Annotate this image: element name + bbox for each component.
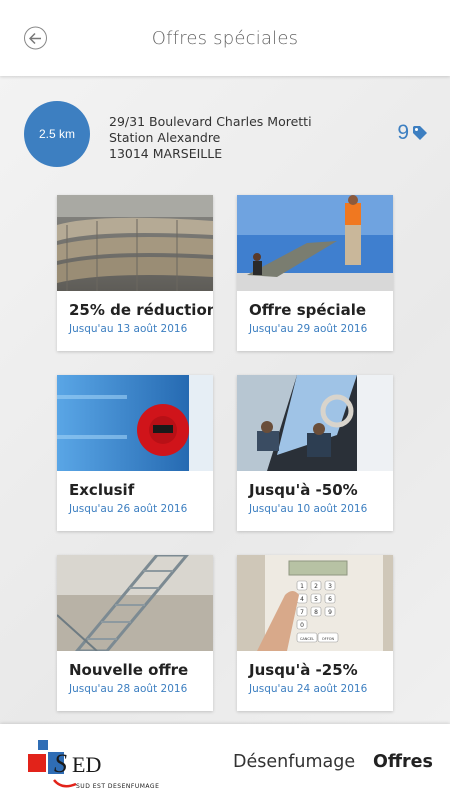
keypad-key-label: 5 bbox=[314, 596, 318, 603]
keypad-key-label: 6 bbox=[328, 596, 332, 603]
back-button[interactable] bbox=[24, 26, 47, 50]
offer-date: Jusqu'au 13 août 2016 bbox=[69, 323, 188, 335]
offer-image-smoke-vents bbox=[57, 195, 213, 291]
store-address: 29/31 Boulevard Charles Moretti Station … bbox=[109, 114, 312, 162]
logo-tagline: SUD EST DESENFUMAGE bbox=[76, 783, 159, 790]
offer-card[interactable]: 25% de réduction Jusqu'au 13 août 2016 bbox=[57, 195, 213, 351]
nav-offres[interactable]: Offres bbox=[373, 752, 433, 772]
offer-title: Jusqu'à -50% bbox=[249, 481, 358, 499]
page-title: Offres spéciales bbox=[151, 27, 299, 49]
offer-date: Jusqu'au 24 août 2016 bbox=[249, 683, 368, 695]
offer-card[interactable]: Exclusif Jusqu'au 26 août 2016 bbox=[57, 375, 213, 531]
logo-ed-letters: ED bbox=[72, 752, 101, 777]
offer-image-cable-ladder bbox=[57, 555, 213, 651]
header-bar: Offres spéciales bbox=[0, 0, 450, 76]
keypad-key-label: 9 bbox=[328, 609, 332, 616]
address-line-1: 29/31 Boulevard Charles Moretti bbox=[109, 114, 312, 129]
offer-card[interactable]: Jusqu'à -50% Jusqu'au 10 août 2016 bbox=[237, 375, 393, 531]
store-info: 2.5 km 29/31 Boulevard Charles Moretti S… bbox=[0, 95, 450, 173]
logo-s-letter: S bbox=[54, 749, 67, 778]
offer-card[interactable]: Offre spéciale Jusqu'au 29 août 2016 bbox=[237, 195, 393, 351]
tag-icon bbox=[413, 126, 427, 140]
keypad-key-label: 2 bbox=[314, 583, 318, 590]
keypad-key-label: CANCEL bbox=[300, 637, 314, 641]
offer-date: Jusqu'au 28 août 2016 bbox=[69, 683, 188, 695]
keypad-key-label: 1 bbox=[300, 583, 304, 590]
keypad-key-label: 7 bbox=[300, 609, 304, 616]
arrow-left-icon bbox=[29, 32, 41, 44]
offer-date: Jusqu'au 29 août 2016 bbox=[249, 323, 368, 335]
offer-title: Nouvelle offre bbox=[69, 661, 189, 679]
keypad-key-label: 3 bbox=[328, 583, 332, 590]
offer-date: Jusqu'au 10 août 2016 bbox=[249, 503, 368, 515]
sed-logo: S ED SUD EST DESENFUMAGE bbox=[24, 738, 174, 794]
offer-title: Offre spéciale bbox=[249, 301, 367, 319]
address-line-2: Station Alexandre bbox=[109, 130, 221, 145]
bottom-nav: S ED SUD EST DESENFUMAGE Désenfumage Off… bbox=[0, 724, 450, 800]
offer-card[interactable]: Nouvelle offre Jusqu'au 28 août 2016 bbox=[57, 555, 213, 711]
offer-image-skylight-workers bbox=[237, 375, 393, 471]
offer-title: Exclusif bbox=[69, 481, 135, 499]
keypad-key-label: 0 bbox=[300, 622, 304, 629]
offer-image-alarm-keypad: 1 2 3 4 5 6 7 8 9 0 CANCEL OFFON bbox=[237, 555, 393, 651]
offer-count-badge[interactable]: 9 bbox=[397, 121, 428, 145]
address-line-3: 13014 MARSEILLE bbox=[109, 146, 223, 161]
keypad-key-label: 4 bbox=[300, 596, 304, 603]
keypad-key-label: 8 bbox=[314, 609, 318, 616]
nav-desenfumage[interactable]: Désenfumage bbox=[233, 752, 355, 772]
offer-count: 9 bbox=[397, 121, 409, 144]
keypad-key-label: OFFON bbox=[322, 637, 335, 641]
offer-card[interactable]: 1 2 3 4 5 6 7 8 9 0 CANCEL OFFON Jusqu'à -25% Jusqu… bbox=[237, 555, 393, 711]
distance-badge: 2.5 km bbox=[24, 101, 90, 167]
offer-image-workers-roof bbox=[237, 195, 393, 291]
offer-date: Jusqu'au 26 août 2016 bbox=[69, 503, 188, 515]
offer-image-alarm-button bbox=[57, 375, 213, 471]
offer-title: 25% de réduction bbox=[69, 301, 213, 319]
offer-title: Jusqu'à -25% bbox=[249, 661, 358, 679]
